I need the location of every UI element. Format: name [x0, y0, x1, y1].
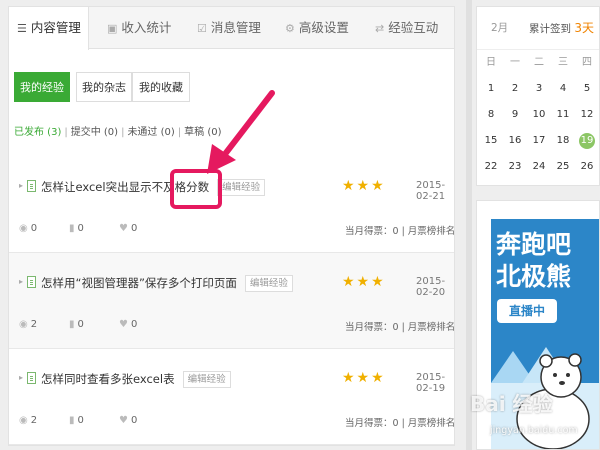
- heart-icon: ♥: [119, 415, 128, 426]
- edit-experience-button[interactable]: 编辑经验: [244, 275, 293, 292]
- like-count: 0: [77, 319, 84, 330]
- calendar-weekday: 三: [558, 57, 568, 68]
- item-title[interactable]: 怎样用“视图管理器”保存多个打印页面: [41, 276, 237, 290]
- status-filters: 已发布 (3) | 提交中 (0) | 未通过 (0) | 草稿 (0): [14, 127, 222, 138]
- filter-submitting[interactable]: 提交中 (0): [71, 127, 118, 138]
- wallet-icon: ▣: [107, 22, 118, 35]
- calendar-day[interactable]: 2: [503, 77, 527, 101]
- checkbox-icon: ☑: [197, 22, 207, 35]
- document-icon: [27, 276, 36, 288]
- star-rating: ★★★: [342, 178, 386, 194]
- calendar-day[interactable]: 22: [479, 155, 503, 179]
- view-count: 0: [30, 223, 38, 234]
- calendar-day[interactable]: 17: [527, 129, 551, 153]
- favorite-count: 0: [130, 319, 138, 330]
- calendar-day[interactable]: 23: [503, 155, 527, 179]
- calendar-day[interactable]: 15: [479, 129, 503, 153]
- thumbs-up-icon: ▮: [69, 223, 75, 234]
- filter-published[interactable]: 已发布 (3): [14, 127, 61, 138]
- edit-experience-button[interactable]: 编辑经验: [182, 371, 231, 388]
- calendar-day[interactable]: 11: [551, 103, 575, 127]
- subtab-my-magazine[interactable]: 我的杂志: [76, 72, 132, 102]
- favorite-count: 0: [130, 223, 138, 234]
- watermark-url: jingyan.baidu.com: [490, 425, 578, 436]
- eye-icon: ◉: [19, 319, 28, 330]
- item-title[interactable]: 怎样同时查看多张excel表: [41, 372, 175, 386]
- list-item: ▸ 怎样同时查看多张excel表 编辑经验 ★★★ 2015-02-19 ◉ 2 ▮…: [9, 349, 454, 445]
- tab-message-management[interactable]: ☑ 消息管理: [197, 7, 261, 49]
- calendar-day[interactable]: 18: [551, 129, 575, 153]
- content-panel: ☰ 内容管理 ▣ 收入统计 ☑ 消息管理 ⚙ 高级设置 ⇄ 经验互动 我的经验 我的杂志 …: [8, 6, 455, 446]
- vote-rank: 当月得票：0 | 月票榜排名：0 |: [345, 226, 455, 237]
- ad-headline-1: 奔跑吧: [496, 230, 572, 259]
- edit-experience-button[interactable]: 编辑经验: [217, 179, 266, 196]
- calendar-weekday: 四: [582, 57, 592, 68]
- view-count: 2: [30, 415, 38, 426]
- exchange-icon: ⇄: [375, 22, 385, 35]
- vote-rank: 当月得票：0 | 月票榜排名：0 |: [345, 418, 455, 429]
- favorite-count: 0: [130, 415, 138, 426]
- calendar-day[interactable]: 16: [503, 129, 527, 153]
- signin-label: 累计签到: [529, 23, 571, 35]
- scrollbar[interactable]: [466, 0, 472, 450]
- document-icon: [27, 372, 36, 384]
- calendar-day[interactable]: 1: [479, 77, 503, 101]
- document-icon: [27, 180, 36, 192]
- calendar-day[interactable]: 10: [527, 103, 551, 127]
- ad-headline-2: 北极熊: [496, 262, 572, 291]
- view-count: 2: [30, 319, 38, 330]
- calendar-day[interactable]: 9: [503, 103, 527, 127]
- calendar-day-today[interactable]: 19: [575, 129, 599, 153]
- bullet-arrow-icon: ▸: [19, 277, 24, 286]
- calendar-weekday: 二: [534, 57, 544, 68]
- eye-icon: ◉: [19, 223, 28, 234]
- watermark-brand: Bai 经验: [470, 392, 553, 416]
- like-count: 0: [77, 223, 84, 234]
- eye-icon: ◉: [19, 415, 28, 426]
- tab-income-stats[interactable]: ▣ 收入统计: [107, 7, 171, 49]
- vote-rank: 当月得票：0 | 月票榜排名：0 |: [345, 322, 455, 333]
- filter-rejected[interactable]: 未通过 (0): [127, 127, 174, 138]
- calendar-day[interactable]: 24: [527, 155, 551, 179]
- thumbs-up-icon: ▮: [69, 415, 75, 426]
- calendar-day[interactable]: 4: [551, 77, 575, 101]
- bullet-arrow-icon: ▸: [19, 373, 24, 382]
- calendar-weekday: 日: [486, 57, 496, 68]
- calendar-weekday: 一: [510, 57, 520, 68]
- item-title[interactable]: 怎样让excel突出显示不及格分数: [41, 180, 209, 194]
- heart-icon: ♥: [119, 319, 128, 330]
- item-date: 2015-02-19: [416, 372, 446, 394]
- heart-icon: ♥: [119, 223, 128, 234]
- tab-advanced-settings[interactable]: ⚙ 高级设置: [285, 7, 349, 49]
- list-item: ▸ 怎样让excel突出显示不及格分数 编辑经验 ★★★ 2015-02-21 ◉…: [9, 157, 454, 253]
- star-rating: ★★★: [342, 274, 386, 290]
- item-date: 2015-02-20: [416, 276, 446, 298]
- tab-content-management[interactable]: ☰ 内容管理: [9, 7, 89, 50]
- calendar-month: 2月: [491, 22, 509, 34]
- bullet-arrow-icon: ▸: [19, 181, 24, 190]
- subtab-my-favorites[interactable]: 我的收藏: [132, 72, 190, 102]
- calendar-day[interactable]: 3: [527, 77, 551, 101]
- calendar-day[interactable]: 26: [575, 155, 599, 179]
- star-rating: ★★★: [342, 370, 386, 386]
- calendar-day[interactable]: 5: [575, 77, 599, 101]
- list-icon: ☰: [17, 22, 27, 35]
- calendar-day[interactable]: 25: [551, 155, 575, 179]
- filter-draft[interactable]: 草稿 (0): [184, 127, 221, 138]
- tab-bar: ☰ 内容管理 ▣ 收入统计 ☑ 消息管理 ⚙ 高级设置 ⇄ 经验互动: [9, 7, 454, 50]
- signin-calendar: 2月 累计签到 3天 日一二三四 1 2 3 4 5 8 9 10 11 12 15 16 17 18 19 2…: [476, 6, 600, 186]
- live-button[interactable]: 直播中: [497, 299, 557, 323]
- like-count: 0: [77, 415, 84, 426]
- gear-icon: ⚙: [285, 22, 295, 35]
- calendar-day[interactable]: 8: [479, 103, 503, 127]
- tab-experience-interaction[interactable]: ⇄ 经验互动: [375, 7, 438, 49]
- subtab-my-experience[interactable]: 我的经验: [14, 72, 70, 102]
- thumbs-up-icon: ▮: [69, 319, 75, 330]
- signin-count: 3天: [574, 21, 594, 35]
- list-item: ▸ 怎样用“视图管理器”保存多个打印页面 编辑经验 ★★★ 2015-02-20 …: [9, 253, 454, 349]
- item-date: 2015-02-21: [416, 180, 446, 202]
- calendar-day[interactable]: 12: [575, 103, 599, 127]
